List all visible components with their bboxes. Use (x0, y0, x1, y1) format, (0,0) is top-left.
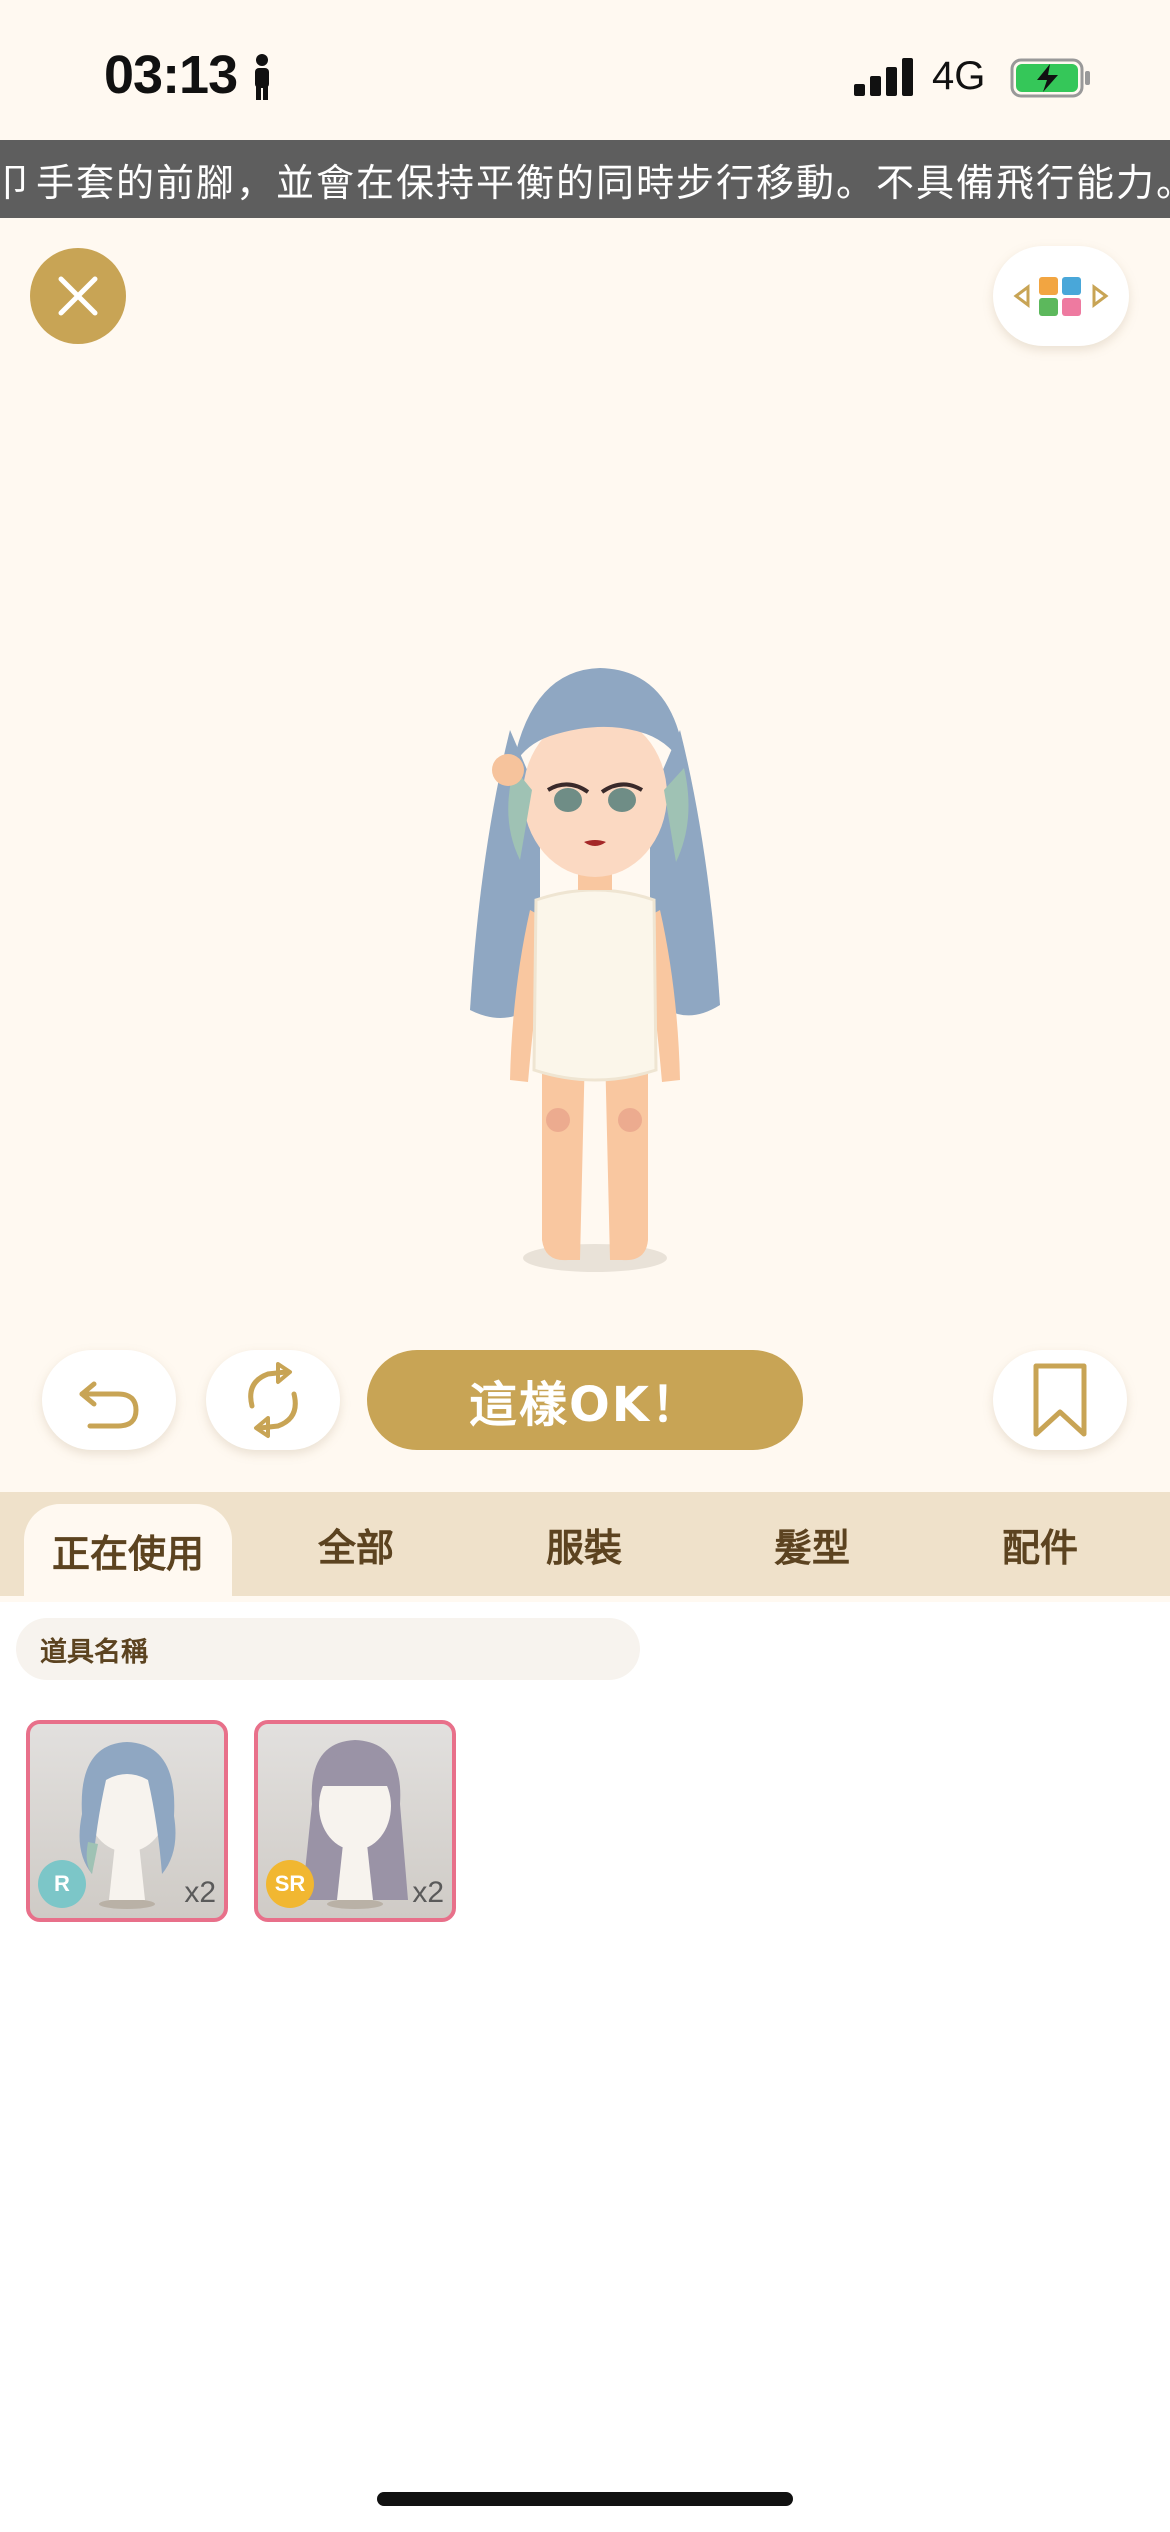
home-indicator[interactable] (377, 2492, 793, 2506)
close-icon (58, 276, 98, 316)
undo-button[interactable] (42, 1350, 176, 1450)
grid-arrows-icon (1013, 277, 1109, 316)
rarity-badge: SR (266, 1860, 314, 1908)
signal-icon (854, 58, 913, 96)
bookmark-icon (1033, 1363, 1087, 1437)
status-time: 03:13 (104, 45, 238, 105)
item-quantity: x2 (184, 1876, 216, 1909)
search-placeholder: 道具名稱 (40, 1636, 148, 1668)
close-button[interactable] (30, 248, 126, 344)
refresh-icon (248, 1362, 298, 1438)
tab-clothing[interactable]: 服裝 (484, 1492, 684, 1596)
battery-charging-icon (1010, 58, 1090, 98)
item-card[interactable]: R x2 (26, 1720, 228, 1922)
item-card[interactable]: SR x2 (254, 1720, 456, 1922)
avatar-character (470, 668, 720, 1272)
undo-icon (79, 1381, 139, 1429)
tab-accessories[interactable]: 配件 (940, 1492, 1140, 1596)
marquee-text: 卩手套的前腳，並會在保持平衡的同時步行移動。不具備飛行能力。智力 (0, 161, 1170, 205)
confirm-ok-button[interactable]: 這樣OK！ (367, 1350, 803, 1450)
bookmark-button[interactable] (993, 1350, 1127, 1450)
item-name-search[interactable]: 道具名稱 (16, 1618, 640, 1680)
rarity-badge: R (38, 1860, 86, 1908)
category-tabs: 正在使用 全部 服裝 髮型 配件 (0, 1492, 1170, 1596)
person-icon (255, 54, 269, 100)
randomize-button[interactable] (206, 1350, 340, 1450)
layout-toggle-button[interactable] (993, 246, 1129, 346)
item-quantity: x2 (412, 1876, 444, 1909)
info-marquee: 卩手套的前腳，並會在保持平衡的同時步行移動。不具備飛行能力。智力 (0, 140, 1170, 218)
tab-divider (0, 1596, 1170, 1602)
tab-hairstyle[interactable]: 髮型 (712, 1492, 912, 1596)
tab-all[interactable]: 全部 (256, 1492, 456, 1596)
network-label: 4G (932, 54, 986, 98)
tab-in-use[interactable]: 正在使用 (24, 1504, 232, 1596)
